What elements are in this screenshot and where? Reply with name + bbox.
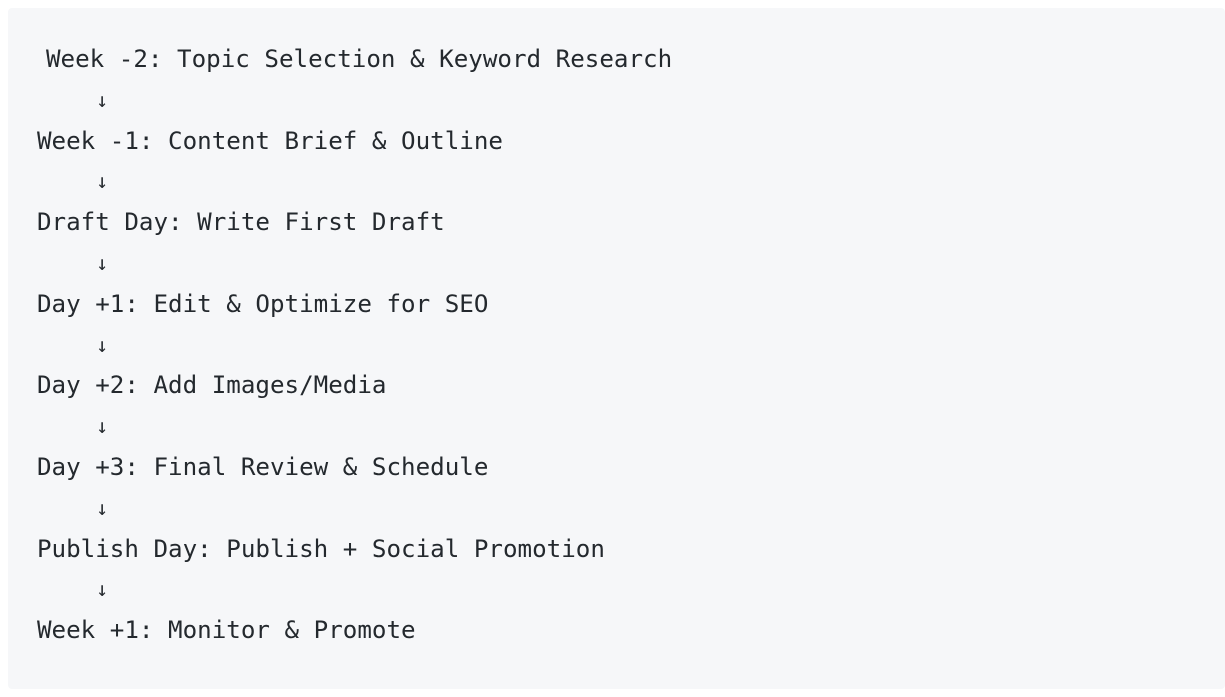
step-draft-day: Draft Day: Write First Draft — [37, 208, 445, 237]
step-publish-day: Publish Day: Publish + Social Promotion — [37, 534, 605, 563]
step-week-plus-1: Week +1: Monitor & Promote — [37, 616, 416, 645]
down-arrow-icon: ↓ — [96, 332, 109, 357]
step-day-plus-1: Day +1: Edit & Optimize for SEO — [37, 289, 489, 318]
down-arrow-icon: ↓ — [96, 577, 109, 602]
down-arrow-icon: ↓ — [96, 169, 109, 194]
down-arrow-icon: ↓ — [96, 87, 109, 112]
step-week-minus-2: Week -2: Topic Selection & Keyword Resea… — [46, 45, 673, 73]
down-arrow-icon: ↓ — [96, 414, 109, 439]
down-arrow-icon: ↓ — [96, 250, 109, 275]
step-week-minus-1: Week -1: Content Brief & Outline — [37, 126, 503, 155]
step-day-plus-3: Day +3: Final Review & Schedule — [37, 452, 489, 481]
down-arrow-icon: ↓ — [96, 495, 109, 520]
step-day-plus-2: Day +2: Add Images/Media — [37, 371, 387, 400]
code-block: Week -2: Topic Selection & Keyword Resea… — [8, 8, 1225, 689]
